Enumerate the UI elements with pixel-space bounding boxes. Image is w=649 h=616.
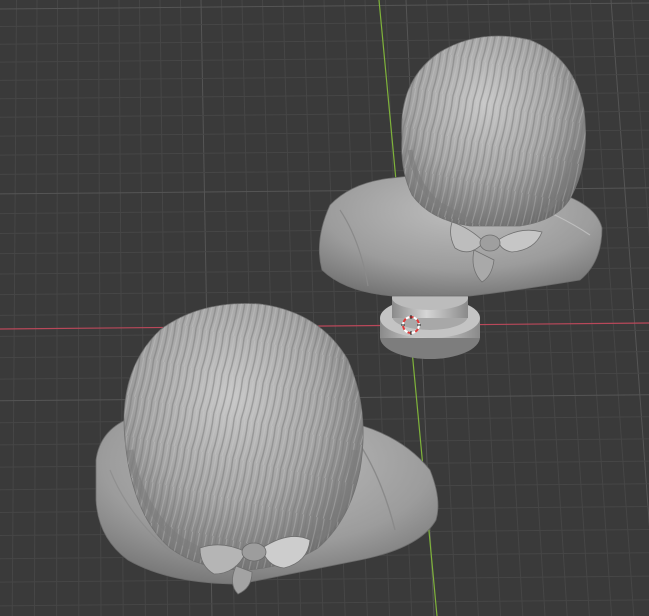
pedestal <box>380 286 480 359</box>
3d-viewport[interactable] <box>0 0 649 616</box>
